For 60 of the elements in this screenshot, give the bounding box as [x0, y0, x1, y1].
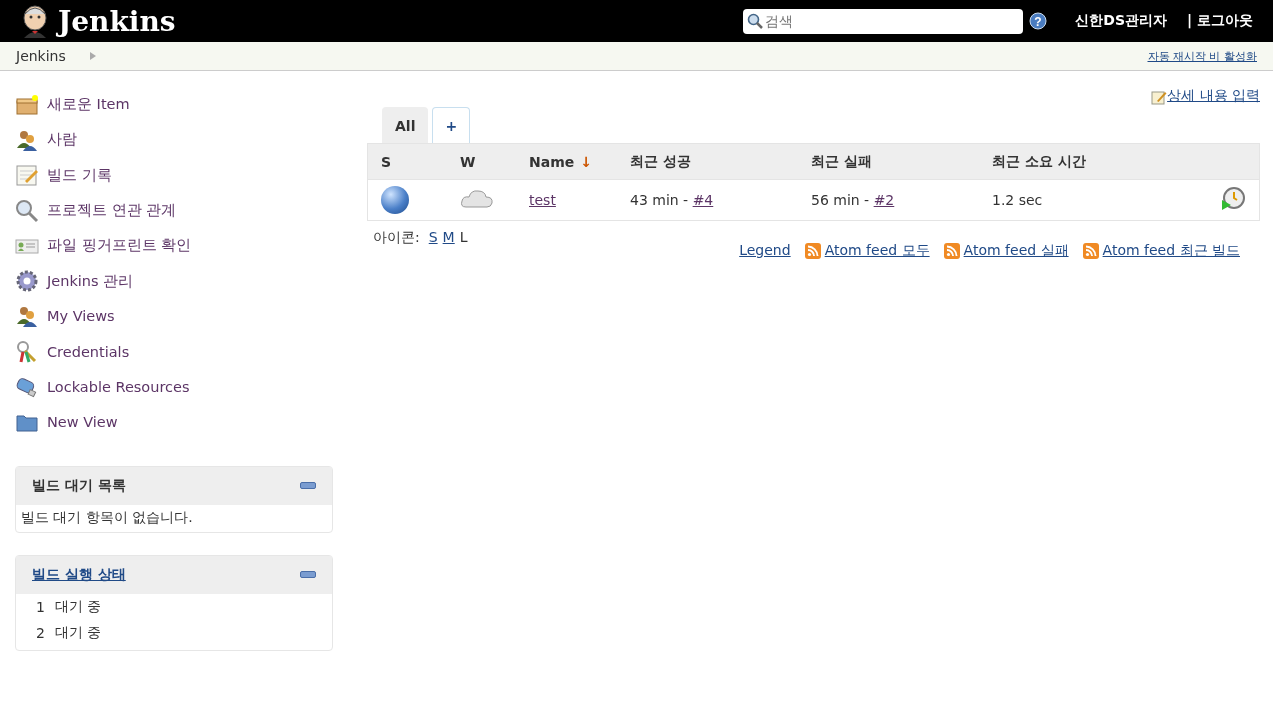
executor-number: 1: [36, 598, 45, 615]
search-icon: [747, 13, 764, 29]
executor-status: 대기 중: [54, 623, 102, 642]
job-link[interactable]: test: [529, 192, 556, 208]
breadcrumb-link[interactable]: Jenkins: [16, 48, 66, 64]
rss-icon: [1082, 243, 1099, 259]
icon-size-label: 아이콘:: [373, 229, 420, 247]
keys-icon: [15, 339, 39, 364]
auto-refresh-link[interactable]: 자동 재시작 비 활성화: [1147, 48, 1257, 64]
icon-size-link[interactable]: M: [442, 229, 455, 260]
help-icon[interactable]: ?: [1029, 12, 1048, 30]
package-icon: [15, 92, 39, 117]
panel-title: 빌드 대기 목록: [32, 476, 126, 495]
logout-link[interactable]: | 로그아웃: [1187, 12, 1253, 30]
build-link[interactable]: #2: [873, 192, 895, 208]
status-ball-icon: [381, 186, 409, 214]
column-header[interactable]: Name: [529, 153, 575, 170]
usb-drive-icon: [15, 375, 39, 399]
jenkins-logo-text[interactable]: Jenkins: [58, 4, 176, 38]
sidebar-task-link[interactable]: 사람: [15, 122, 333, 158]
column-header[interactable]: 최근 실패: [811, 152, 872, 169]
build-link[interactable]: #4: [692, 192, 714, 208]
column-header[interactable]: W: [460, 153, 476, 170]
sort-arrow: ↓: [580, 153, 592, 170]
sidebar-task-link[interactable]: Lockable Resources: [15, 369, 333, 405]
schedule-build-icon[interactable]: [1220, 185, 1246, 212]
people-icon: [15, 304, 39, 329]
icon-size-current: L: [459, 229, 468, 247]
icon-size-link[interactable]: S: [428, 229, 438, 260]
last-success-text: 43 min -: [630, 192, 690, 208]
sidebar-task-link[interactable]: 프로젝트 연관 관계: [15, 192, 333, 229]
notepad-icon: [1151, 89, 1168, 105]
column-header[interactable]: 최근 성공: [630, 152, 691, 169]
column-header[interactable]: S: [381, 153, 392, 170]
last-failure-text: 56 min -: [811, 192, 871, 208]
sidebar-task-link[interactable]: My Views: [15, 298, 333, 335]
view-tab[interactable]: +: [432, 107, 471, 143]
sidebar-task-link[interactable]: 새로운 Item: [15, 87, 333, 123]
executor-number: 2: [36, 624, 45, 641]
collapse-icon[interactable]: [300, 571, 316, 579]
rss-icon: [804, 243, 821, 259]
notepad-icon: [15, 163, 39, 188]
collapse-icon[interactable]: [300, 482, 316, 490]
user-link[interactable]: 신한DS관리자: [1075, 12, 1167, 30]
gear-icon: [15, 269, 39, 294]
rss-icon: [943, 243, 960, 259]
sidebar-task-link[interactable]: Jenkins 관리: [15, 263, 333, 299]
panel-title-link[interactable]: 빌드 실행 상태: [32, 565, 126, 584]
atom-feed-link[interactable]: Atom feed 모두: [804, 242, 930, 260]
sidebar-task-link[interactable]: New View: [15, 404, 333, 440]
sidebar-task-link[interactable]: Credentials: [15, 334, 333, 370]
magnifier-icon: [15, 198, 39, 223]
sidebar-task-link[interactable]: 파일 핑거프린트 확인: [15, 228, 333, 264]
search-field[interactable]: 검색: [743, 8, 1024, 34]
executor-status: 대기 중: [54, 597, 102, 616]
legend-link[interactable]: Legend: [739, 242, 791, 260]
view-tab[interactable]: All: [382, 107, 429, 143]
sidebar-task-link[interactable]: 빌드 기록: [15, 157, 333, 193]
duration-text: 1.2 sec: [992, 192, 1043, 208]
empty-queue-text: 빌드 대기 항목이 없습니다.: [20, 507, 194, 527]
